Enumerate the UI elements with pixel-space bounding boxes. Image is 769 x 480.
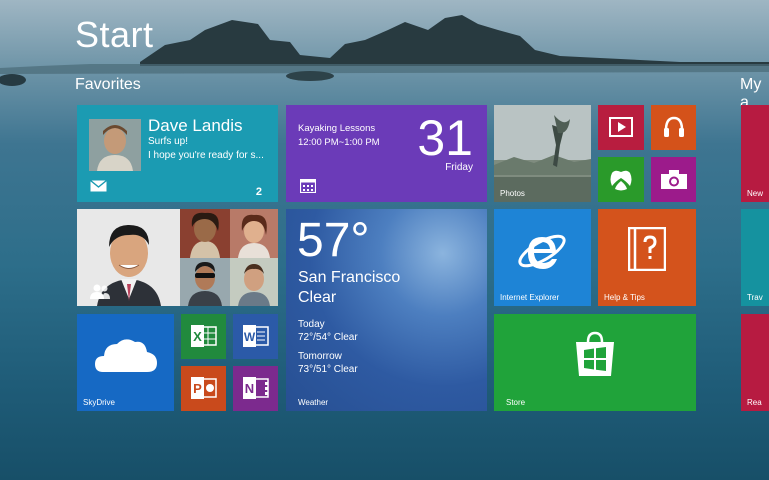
onenote-letter: N <box>245 381 254 396</box>
photos-landscape-image <box>494 105 591 202</box>
powerpoint-icon: P <box>191 377 217 399</box>
xbox-icon <box>610 170 632 191</box>
word-icon: W <box>243 325 269 347</box>
mail-sender-name: Dave Landis <box>148 116 243 135</box>
calendar-weekday: Friday <box>445 162 473 173</box>
store-tile[interactable]: Store <box>494 314 696 411</box>
excel-tile[interactable]: X <box>181 314 226 359</box>
calendar-day-number: 31 <box>417 110 473 166</box>
onenote-icon: N <box>243 377 269 399</box>
people-photo-2 <box>180 209 230 258</box>
word-letter: W <box>244 330 256 344</box>
headphones-icon <box>664 116 684 137</box>
weather-today-range: 72°/54° Clear <box>298 332 358 343</box>
internet-explorer-tile[interactable]: Internet Explorer <box>494 209 591 306</box>
video-tile[interactable] <box>598 105 644 150</box>
reader-label-partial: Rea <box>747 398 762 407</box>
video-icon <box>609 117 633 137</box>
calendar-event-time: 12:00 PM~1:00 PM <box>298 137 380 148</box>
calendar-event-title: Kayaking Lessons <box>298 123 376 134</box>
people-tile[interactable] <box>77 209 278 306</box>
photos-label: Photos <box>500 189 525 198</box>
mail-preview: I hope you're ready for s... <box>148 150 264 161</box>
mail-unread-count: 2 <box>255 186 262 198</box>
people-photo-3 <box>230 209 278 258</box>
cloud-icon <box>95 339 157 372</box>
people-photo-4 <box>180 258 230 306</box>
word-tile[interactable]: W <box>233 314 278 359</box>
excel-icon: X <box>191 325 217 347</box>
weather-temperature: 57° <box>297 214 370 267</box>
games-tile[interactable] <box>598 157 644 202</box>
news-label-partial: New <box>747 189 764 198</box>
weather-today-label: Today <box>298 319 325 330</box>
travel-label-partial: Trav <box>747 293 763 302</box>
weather-tomorrow-range: 73°/51° Clear <box>298 364 358 375</box>
weather-label: Weather <box>298 398 329 407</box>
weather-condition: Clear <box>298 289 337 306</box>
internet-explorer-icon <box>518 234 566 269</box>
group-label-favorites: Favorites <box>75 76 141 93</box>
mail-subject: Surfs up! <box>148 136 189 147</box>
help-book-icon <box>628 227 666 271</box>
reader-tile-partial[interactable]: Rea <box>741 314 769 411</box>
internet-explorer-label: Internet Explorer <box>500 293 560 302</box>
help-tips-tile[interactable]: Help & Tips <box>598 209 696 306</box>
people-icon <box>90 284 110 299</box>
start-title: Start <box>75 14 154 55</box>
powerpoint-letter: P <box>193 381 202 396</box>
calendar-icon <box>300 179 316 193</box>
weather-tile[interactable]: 57° San Francisco Clear Today 72°/54° Cl… <box>286 209 487 411</box>
store-label: Store <box>506 398 526 407</box>
travel-tile-partial[interactable]: Trav <box>741 209 769 306</box>
calendar-tile[interactable]: Kayaking Lessons 12:00 PM~1:00 PM 31 Fri… <box>286 105 487 202</box>
weather-tomorrow-label: Tomorrow <box>298 351 342 362</box>
mail-tile[interactable]: Dave Landis Surfs up! I hope you're read… <box>77 105 278 202</box>
weather-city: San Francisco <box>298 269 401 286</box>
mail-icon <box>90 180 107 192</box>
skydrive-label: SkyDrive <box>83 398 116 407</box>
skydrive-tile[interactable]: SkyDrive <box>77 314 174 411</box>
help-tips-label: Help & Tips <box>604 293 645 302</box>
camera-icon <box>661 170 687 189</box>
people-photo-5 <box>230 258 278 306</box>
news-tile-partial[interactable]: New <box>741 105 769 202</box>
mail-sender-avatar <box>89 119 141 171</box>
photos-tile[interactable]: Photos <box>494 105 591 202</box>
camera-tile[interactable] <box>651 157 696 202</box>
store-bag-icon <box>576 331 614 376</box>
powerpoint-tile[interactable]: P <box>181 366 226 411</box>
onenote-tile[interactable]: N <box>233 366 278 411</box>
music-tile[interactable] <box>651 105 696 150</box>
excel-letter: X <box>193 329 202 344</box>
